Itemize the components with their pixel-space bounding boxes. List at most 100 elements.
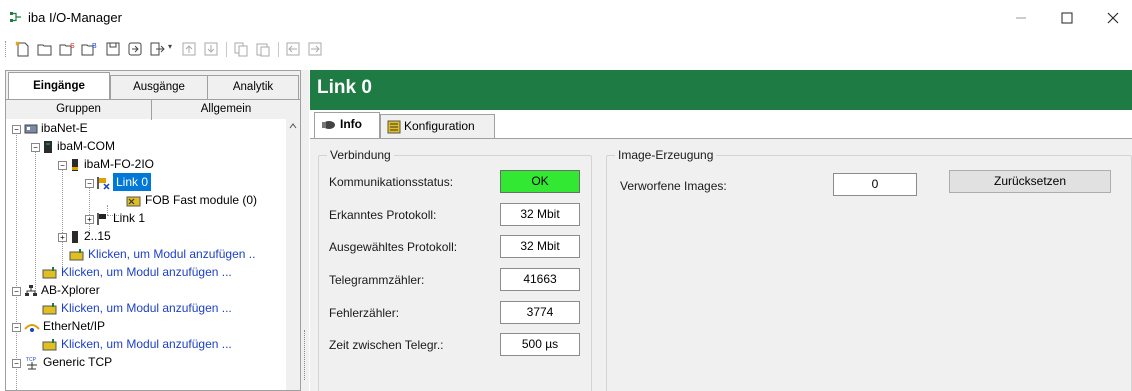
collapse-icon[interactable]: − [12,125,21,134]
ethernet-ip-icon [24,323,40,332]
add-module-icon [42,302,57,315]
detected-protocol-label: Erkanntes Protokoll: [329,208,437,222]
page-header: Link 0 [310,70,1132,110]
open-special-icon[interactable]: S [58,40,76,58]
new-icon[interactable] [14,40,32,58]
tab-info[interactable]: Info [314,112,380,139]
tab-konfiguration[interactable]: Konfiguration [380,114,495,138]
toolbar-separator [278,42,279,57]
maximize-icon [1061,12,1073,24]
status-value: OK [500,170,580,193]
module-icon [44,140,52,153]
forward-icon[interactable] [306,40,324,58]
expand-icon[interactable]: + [58,233,67,242]
detail-tab-row: Info Konfiguration [310,110,1132,139]
tree-node-ethernet-ip[interactable]: EtherNet/IP [24,317,105,335]
paste-icon[interactable] [254,40,272,58]
collapse-icon[interactable]: − [12,323,21,332]
discarded-images-value: 0 [833,173,917,196]
fob-module-icon [126,196,141,207]
collapse-icon[interactable]: − [58,161,67,170]
tree-node-2-15[interactable]: 2..15 [69,227,111,245]
tree-node-ibam-com[interactable]: ibaM-COM [42,137,115,155]
tree-node-ibam-fo-2io[interactable]: ibaM-FO-2IO [69,155,154,173]
svg-text:TCP: TCP [26,357,37,363]
title-bar: iba I/O-Manager [0,0,1132,36]
import-icon[interactable] [126,40,144,58]
telegram-counter-value: 41663 [500,268,580,291]
connection-group-title: Verbindung [327,148,394,162]
right-panel: Link 0 Info Konfiguration Verbindung Kom… [310,70,1132,391]
toolbar: S B ▾ [0,36,1132,62]
tree-line [62,169,63,269]
tree-node-add-module[interactable]: Klicken, um Modul anzufügen .. [69,245,255,263]
tree-node-ab-xplorer[interactable]: AB-Xplorer [24,281,100,299]
tree-node-add-module[interactable]: Klicken, um Modul anzufügen ... [42,299,232,317]
tree-node-link-0[interactable]: Link 0 [96,173,152,191]
move-down-icon[interactable] [202,40,220,58]
reset-button[interactable]: Zurücksetzen [949,170,1111,193]
tree-line [16,133,17,390]
left-tab-row: Ausgänge Analytik Eingänge [6,71,300,100]
tab-eingaenge[interactable]: Eingänge [8,72,110,100]
collapse-icon[interactable]: − [31,143,40,152]
network-tree-icon [25,284,37,296]
selected-protocol-value: 32 Mbit [500,235,580,258]
window-title: iba I/O-Manager [28,10,122,25]
tcp-icon: TCP [26,357,37,370]
tab-gruppen[interactable]: Gruppen [6,100,152,120]
collapse-icon[interactable]: − [85,179,94,188]
tab-allgemein[interactable]: Allgemein [152,100,300,120]
link-flag-icon [97,212,106,225]
tree-node-add-module[interactable]: Klicken, um Modul anzufügen ... [42,263,232,281]
splitter-grip[interactable] [304,330,307,380]
tree-node-add-module[interactable]: Klicken, um Modul anzufügen ... [42,335,232,353]
svg-text:B: B [92,43,97,50]
selected-protocol-label: Ausgewähltes Protokoll: [329,240,458,254]
page-title: Link 0 [317,77,372,98]
open-icon[interactable] [36,40,54,58]
collapse-icon[interactable]: − [12,287,21,296]
add-module-icon [42,338,57,351]
toolbar-grip[interactable] [5,41,8,57]
link-flag-icon [97,176,110,190]
toolbar-separator [226,42,227,57]
tree-node-link-1[interactable]: Link 1 [96,209,145,227]
app-icon [10,12,21,22]
open-config-icon[interactable]: B [80,40,98,58]
maximize-button[interactable] [1044,0,1090,36]
tree-node-fob-fast-module[interactable]: FOB Fast module (0) [126,191,257,209]
tab-analytik[interactable]: Analytik [207,75,299,99]
close-button[interactable] [1090,0,1132,36]
module-icon [72,230,78,243]
tree-scrollbar[interactable] [286,119,300,390]
save-icon[interactable] [104,40,122,58]
expand-icon[interactable]: + [85,215,94,224]
telegram-counter-label: Telegrammzähler: [329,273,425,287]
add-module-icon [69,248,84,261]
info-icon [322,120,335,129]
error-counter-label: Fehlerzähler: [329,306,400,320]
discarded-images-label: Verworfene Images: [620,179,727,193]
export-dropdown-icon[interactable]: ▾ [168,42,172,51]
scroll-up-icon[interactable] [289,123,297,129]
back-icon[interactable] [284,40,302,58]
tree-node-ibanet-e[interactable]: ibaNet-E [24,119,88,137]
tree-node-generic-tcp[interactable]: TCP Generic TCP [24,353,112,371]
export-icon[interactable] [148,40,166,58]
move-up-icon[interactable] [180,40,198,58]
error-counter-value: 3774 [500,301,580,324]
telegram-interval-value: 500 µs [500,333,580,356]
minimize-button[interactable] [998,0,1044,36]
close-icon [1107,12,1119,24]
left-subtab-row: Gruppen Allgemein [6,99,300,120]
io-module-icon [72,158,78,171]
copy-icon[interactable] [232,40,250,58]
add-module-icon [42,266,57,279]
svg-text:S: S [70,43,75,50]
telegram-interval-label: Zeit zwischen Telegr.: [329,338,444,352]
tab-ausgaenge[interactable]: Ausgänge [110,75,208,99]
collapse-icon[interactable]: − [12,359,21,368]
network-card-icon [24,124,38,134]
detected-protocol-value: 32 Mbit [500,203,580,226]
